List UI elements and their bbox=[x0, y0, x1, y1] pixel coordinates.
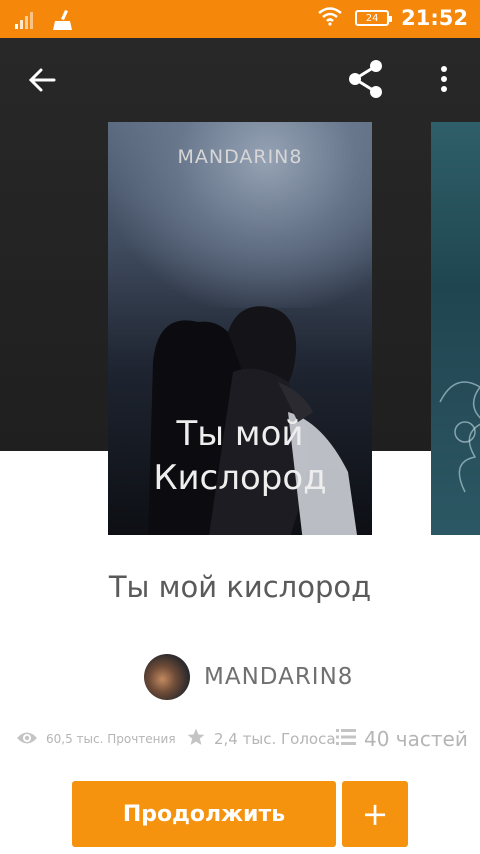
more-vert-icon bbox=[440, 65, 448, 97]
battery-level: 24 bbox=[365, 12, 379, 24]
add-to-library-button[interactable]: + bbox=[342, 781, 408, 847]
share-icon bbox=[346, 59, 386, 103]
wifi-icon bbox=[317, 6, 343, 30]
toolbar bbox=[0, 38, 480, 122]
votes-count: 2,4 тыс. Голоса bbox=[214, 730, 336, 748]
parts-count: 40 частей bbox=[364, 727, 468, 751]
author-name[interactable]: MANDARIN8 bbox=[204, 664, 353, 690]
author-avatar[interactable] bbox=[144, 654, 190, 700]
cover-title-line1: Ты мой bbox=[176, 414, 304, 454]
continue-reading-button[interactable]: Продолжить bbox=[72, 781, 336, 847]
clock: 21:52 bbox=[401, 6, 468, 30]
back-button[interactable] bbox=[18, 60, 66, 104]
book-stats: 60,5 тыс. Прочтения 2,4 тыс. Голоса 40 ч… bbox=[16, 727, 476, 751]
eye-icon bbox=[16, 730, 38, 749]
parts-stat[interactable]: 40 частей bbox=[336, 727, 476, 751]
votes-stat: 2,4 тыс. Голоса bbox=[186, 727, 336, 751]
back-arrow-icon bbox=[28, 66, 56, 98]
cover-author: MANDARIN8 bbox=[177, 146, 303, 168]
star-icon bbox=[186, 727, 206, 751]
author-row[interactable]: MANDARIN8 bbox=[144, 654, 353, 700]
book-title: Ты мой кислород bbox=[108, 570, 372, 604]
battery-icon: 24 bbox=[355, 10, 393, 26]
cleaner-icon bbox=[50, 8, 76, 36]
next-cover-ornament bbox=[439, 381, 480, 493]
book-cover[interactable]: MANDARIN8 Ты мой Кислород bbox=[108, 122, 372, 535]
reads-stat: 60,5 тыс. Прочтения bbox=[16, 730, 186, 749]
list-icon bbox=[336, 727, 356, 751]
signal-icon bbox=[14, 10, 36, 34]
next-book-cover[interactable] bbox=[431, 122, 480, 535]
share-button[interactable] bbox=[342, 58, 390, 104]
reads-count: 60,5 тыс. Прочтения bbox=[46, 732, 176, 746]
cover-title-line2: Кислород bbox=[153, 458, 327, 498]
cover-title: Ты мой Кислород bbox=[108, 412, 372, 500]
more-options-button[interactable] bbox=[424, 58, 464, 104]
status-bar: 24 21:52 bbox=[0, 0, 480, 38]
